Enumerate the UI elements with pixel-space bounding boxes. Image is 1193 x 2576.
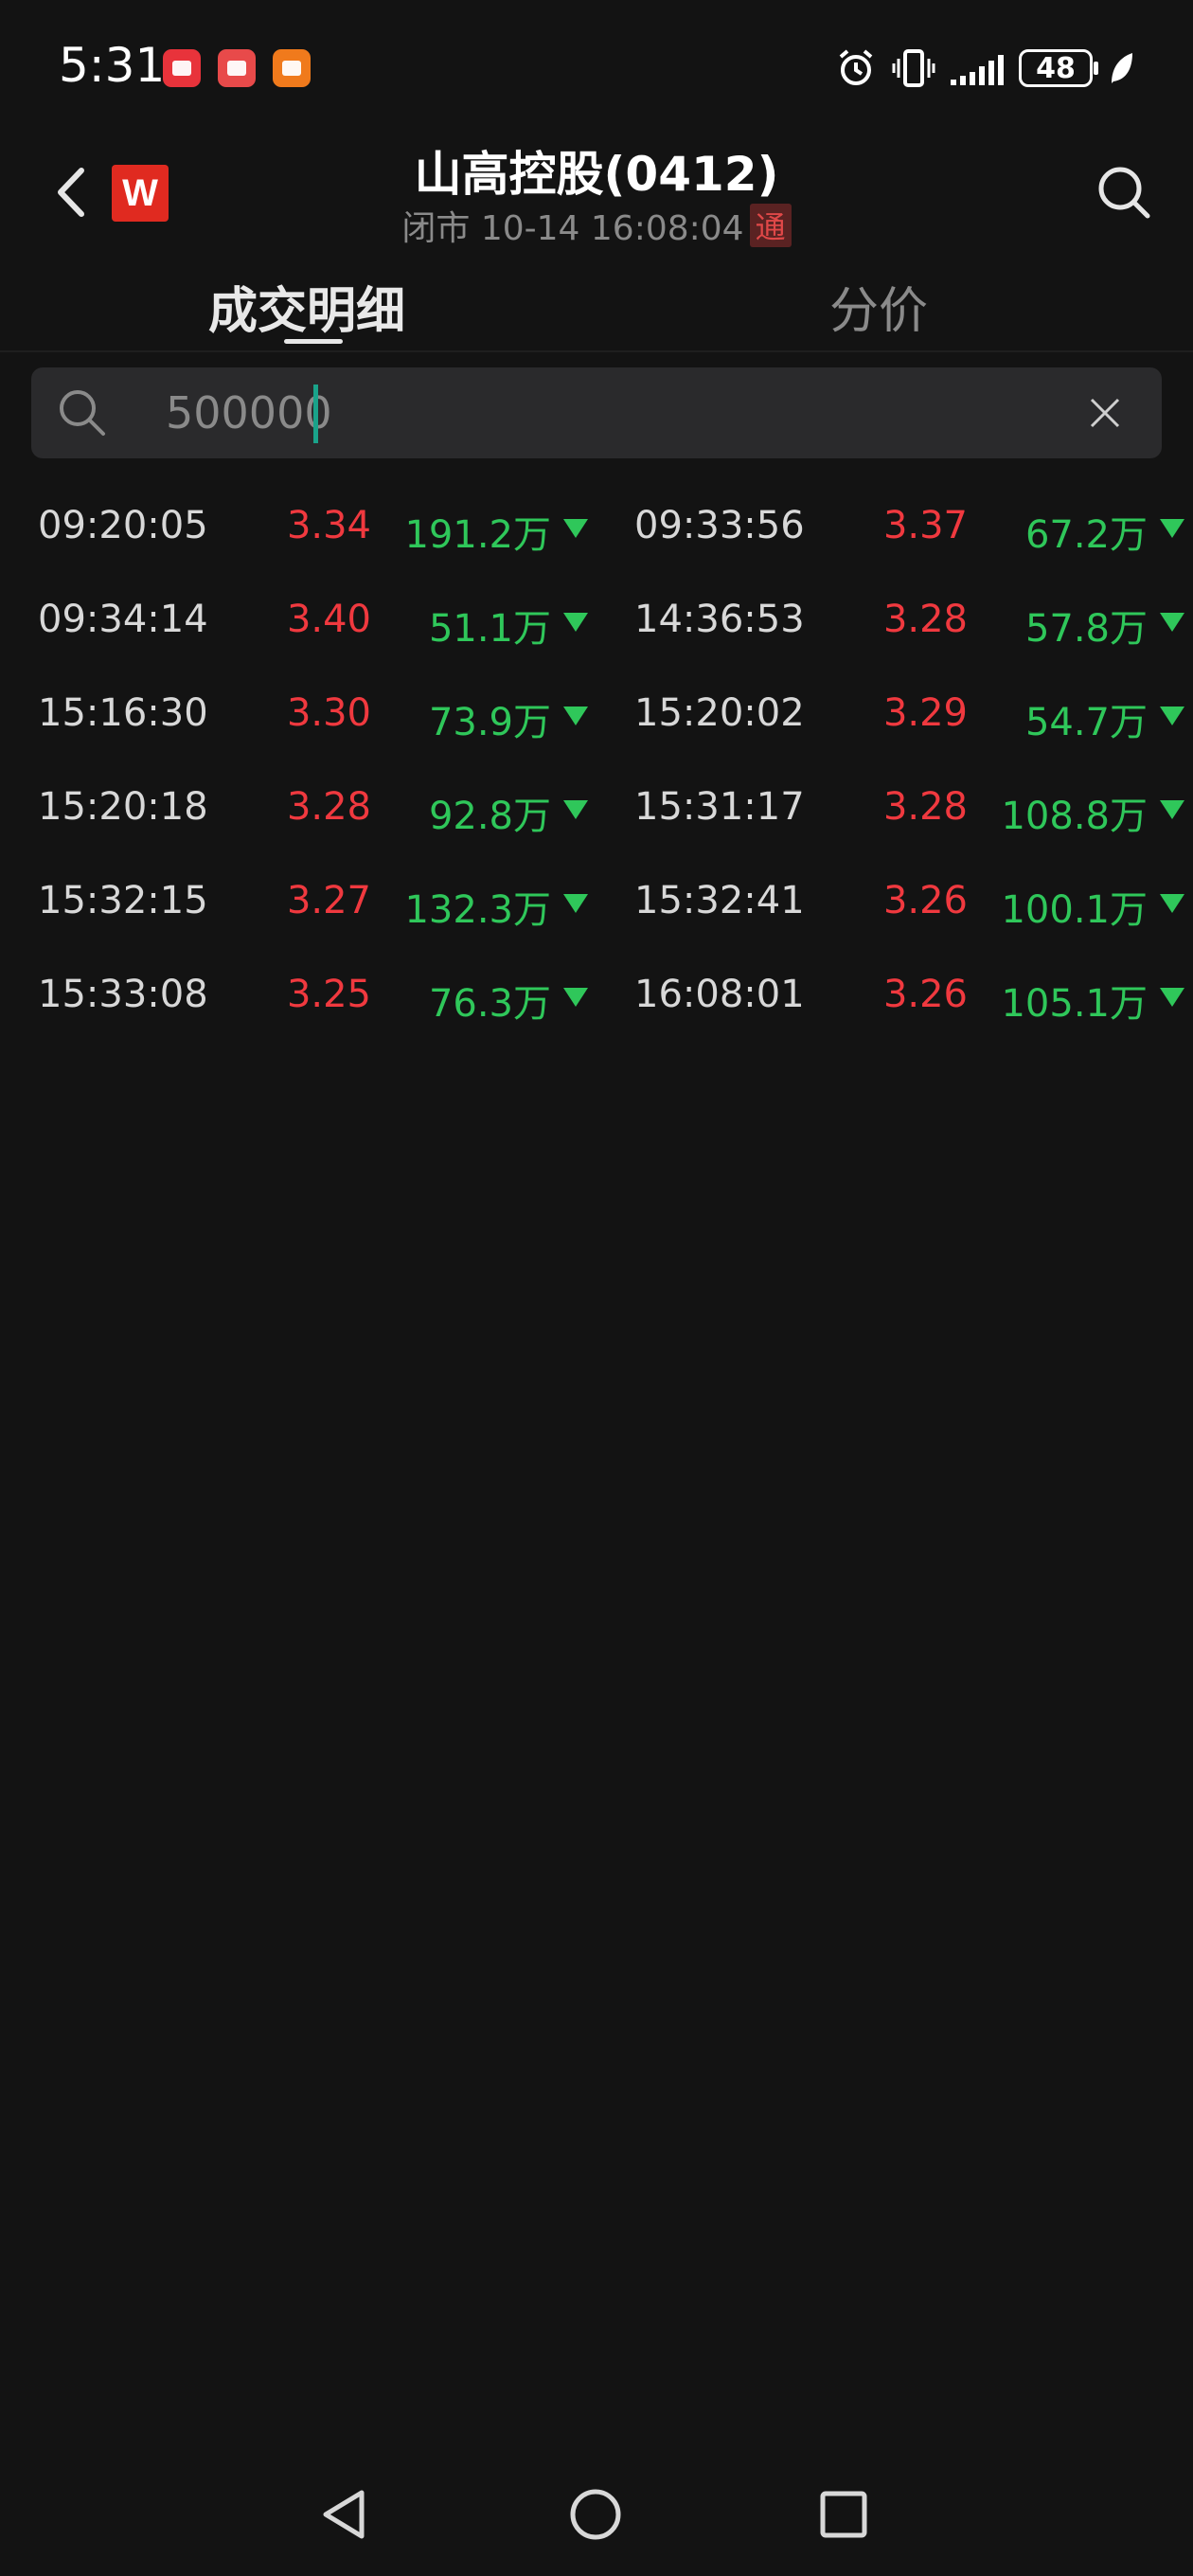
trade-volume: 51.1万	[428, 607, 551, 651]
trade-volume: 132.3万	[404, 888, 551, 932]
trade-price: 3.34	[286, 504, 371, 547]
search-button[interactable]	[1091, 159, 1157, 225]
trade-row: 09:20:05 3.34 191.2万 09:33:56 3.37 67.2万	[0, 481, 1193, 575]
trade-time: 14:36:53	[634, 598, 805, 641]
trade-time: 15:20:18	[38, 785, 208, 829]
trade-row: 15:20:18 3.28 92.8万 15:31:17 3.28 108.8万	[0, 762, 1193, 856]
trade-time: 15:32:41	[634, 879, 805, 922]
signal-icon	[951, 51, 1004, 85]
trade-volume: 100.1万	[1001, 888, 1148, 932]
down-arrow-icon	[563, 519, 588, 538]
trade-price: 3.25	[286, 973, 371, 1016]
status-icons: 48	[835, 47, 1136, 89]
market-status: 闭市 10-14 16:08:04 通	[0, 201, 1193, 250]
clear-icon[interactable]	[1086, 394, 1124, 432]
trade-price: 3.30	[286, 691, 371, 735]
search-bar	[31, 367, 1162, 458]
volume-filter-input[interactable]	[135, 377, 1018, 449]
trade-volume: 92.8万	[428, 795, 551, 838]
trade-price: 3.28	[286, 785, 371, 829]
trade-price: 3.28	[882, 598, 968, 641]
tab-indicator	[284, 339, 343, 344]
huawei-appgallery-icon	[163, 49, 201, 87]
trade-volume: 105.1万	[1001, 982, 1148, 1026]
battery-icon: 48	[1019, 49, 1098, 87]
trade-list: 09:20:05 3.34 191.2万 09:33:56 3.37 67.2万…	[0, 481, 1193, 1044]
down-arrow-icon	[1160, 707, 1184, 725]
trade-price: 3.29	[882, 691, 968, 735]
down-arrow-icon	[1160, 988, 1184, 1007]
alarm-icon	[839, 49, 873, 85]
trade-time: 09:34:14	[38, 598, 208, 641]
down-arrow-icon	[1160, 894, 1184, 913]
nav-home-button[interactable]	[562, 2481, 629, 2548]
trade-volume: 54.7万	[1024, 701, 1148, 744]
trade-row: 09:34:14 3.40 51.1万 14:36:53 3.28 57.8万	[0, 575, 1193, 669]
down-arrow-icon	[1160, 800, 1184, 819]
trade-price: 3.37	[882, 504, 968, 547]
text-caret	[313, 385, 318, 443]
trade-volume: 191.2万	[404, 513, 551, 557]
down-arrow-icon	[563, 988, 588, 1007]
trade-volume: 108.8万	[1001, 795, 1148, 838]
system-nav-bar	[0, 2453, 1193, 2576]
trade-volume: 76.3万	[428, 982, 551, 1026]
trade-time: 16:08:01	[634, 973, 805, 1016]
status-time: 5:31	[59, 38, 166, 93]
page-title: 山高控股(0412)	[414, 147, 779, 202]
search-icon	[60, 390, 105, 436]
down-arrow-icon	[563, 800, 588, 819]
trade-time: 15:16:30	[38, 691, 208, 735]
trade-price: 3.28	[882, 785, 968, 829]
trade-time: 15:20:02	[634, 691, 805, 735]
down-arrow-icon	[1160, 613, 1184, 632]
market-status-text: 闭市 10-14 16:08:04	[401, 209, 744, 248]
battery-level: 48	[1036, 51, 1076, 85]
reader-app-icon	[218, 49, 256, 87]
trade-price: 3.26	[882, 879, 968, 922]
trade-volume: 57.8万	[1024, 607, 1148, 651]
nav-recents-button[interactable]	[810, 2481, 877, 2548]
trade-price: 3.40	[286, 598, 371, 641]
tab-bar: 成交明细 分价	[0, 256, 1193, 352]
trade-price: 3.27	[286, 879, 371, 922]
down-arrow-icon	[563, 894, 588, 913]
trade-time: 15:31:17	[634, 785, 805, 829]
down-arrow-icon	[563, 613, 588, 632]
trade-price: 3.26	[882, 973, 968, 1016]
leaf-icon	[1112, 53, 1132, 83]
header: W 山高控股(0412) 闭市 10-14 16:08:04 通	[0, 133, 1193, 256]
trade-volume: 67.2万	[1024, 513, 1148, 557]
trade-time: 15:33:08	[38, 973, 208, 1016]
trade-row: 15:33:08 3.25 76.3万 16:08:01 3.26 105.1万	[0, 950, 1193, 1044]
tab-price-distribution[interactable]: 分价	[829, 271, 928, 342]
trade-time: 15:32:15	[38, 879, 208, 922]
down-arrow-icon	[1160, 519, 1184, 538]
tab-trade-details[interactable]: 成交明细	[208, 271, 405, 342]
trade-time: 09:20:05	[38, 504, 208, 547]
trade-row: 15:16:30 3.30 73.9万 15:20:02 3.29 54.7万	[0, 669, 1193, 762]
trade-volume: 73.9万	[428, 701, 551, 744]
status-bar: 5:31 48	[0, 0, 1193, 133]
nav-back-button[interactable]	[312, 2481, 379, 2548]
down-arrow-icon	[563, 707, 588, 725]
connect-badge: 通	[749, 204, 792, 247]
trade-time: 09:33:56	[634, 504, 805, 547]
vibrate-icon	[892, 49, 935, 87]
trade-row: 15:32:15 3.27 132.3万 15:32:41 3.26 100.1…	[0, 856, 1193, 950]
wallet-app-icon	[273, 49, 311, 87]
